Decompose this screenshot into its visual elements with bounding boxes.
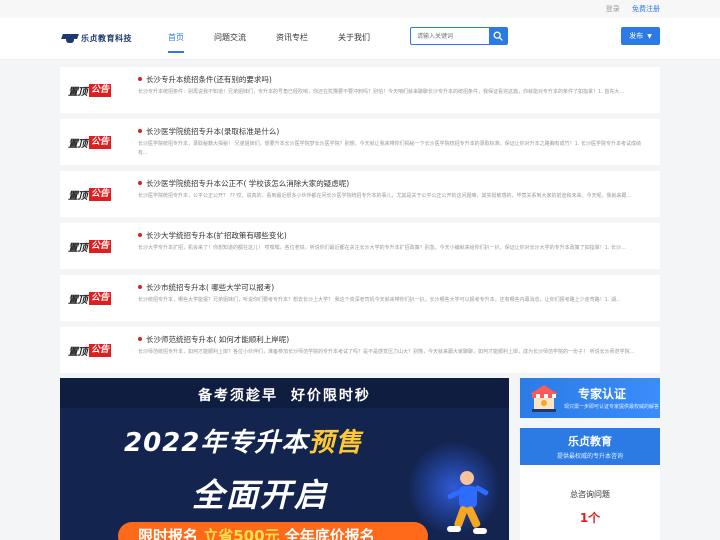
banner-cta[interactable]: 限时报名 立省500元 全年底价报名	[118, 522, 428, 540]
brand-name: 乐贞教育科技	[81, 33, 132, 43]
post-summary: 长沙专升本统招条件：别再说我不知道！兄弟姐妹们，专升本的号角已经吹响，你还在犹豫…	[138, 89, 625, 95]
list-item[interactable]: 置顶 公告 长沙市统招专升本( 哪些大学可以报考) 长沙统招专升本，哪些大学能报？…	[60, 275, 660, 321]
search-input[interactable]	[411, 28, 489, 44]
post-summary: 长沙医学院统招专升本，录取秘籍大揭秘！ 兄弟姐妹们，想要升本长沙医学院梦长沙医学…	[138, 141, 641, 156]
banner-headline: 2022年专升本预售	[124, 428, 363, 458]
register-link[interactable]: 免费注册	[632, 5, 660, 13]
organization-tagline: 提供最权威的专升本咨询	[556, 453, 623, 460]
pinned-announcement-badge: 置顶 公告	[68, 239, 112, 254]
post-summary: 长沙大学专升本扩招，机会来了！你想知道的都在这儿！ 哎嘿嘿，各位老铁，听说你们最…	[138, 245, 626, 251]
publish-label: 发布	[629, 32, 644, 40]
login-link[interactable]: 登录	[606, 5, 620, 13]
nav-item-news[interactable]: 资讯专栏	[276, 32, 308, 53]
pinned-announcement-badge: 置顶 公告	[68, 291, 112, 306]
graduation-cap-icon	[62, 32, 78, 44]
promo-banner[interactable]: 备考须趁早 好价限时秒 2022年专升本预售 全面开启 限时报名 立省500元 …	[60, 378, 509, 540]
pinned-announcement-badge: 置顶 公告	[68, 135, 112, 150]
expert-subtitle: 现只需一步即可认证专家提供最权威的解答	[564, 404, 660, 410]
post-title[interactable]: 长沙师范统招专升本( 如何才能顺利上岸呢)	[138, 334, 289, 345]
site-header: 乐贞教育科技 首页 问题交流 资讯专栏 关于我们 发布 ▼	[0, 18, 720, 60]
list-item[interactable]: 置顶 公告 长沙大学统招专升本(扩招政策有哪些变化) 长沙大学专升本扩招，机会来了…	[60, 223, 660, 269]
list-item[interactable]: 置顶 公告 长沙师范统招专升本( 如何才能顺利上岸呢) 长沙师范统招专升本，如何才…	[60, 327, 660, 373]
expert-title: 专家认证	[578, 387, 627, 401]
post-title[interactable]: 长沙大学统招专升本(扩招政策有哪些变化)	[138, 230, 287, 241]
chevron-down-icon: ▼	[647, 32, 652, 40]
organization-name[interactable]: 乐贞教育	[520, 433, 660, 449]
post-title[interactable]: 长沙医学院统招专升本(录取标准是什么)	[138, 126, 279, 137]
list-item[interactable]: 置顶 公告 长沙医学院统招专升本公正不( 学校该怎么消除大家的疑虑呢) 长沙医学院…	[60, 171, 660, 217]
pinned-announcement-badge: 置顶 公告	[68, 83, 112, 98]
banner-slogan: 备考须趁早 好价限时秒	[198, 388, 371, 404]
runner-illustration-icon	[447, 471, 489, 534]
post-title[interactable]: 长沙市统招专升本( 哪些大学可以报考)	[138, 282, 274, 293]
banner-subheadline: 全面开启	[192, 476, 329, 514]
pinned-announcement-badge: 置顶 公告	[68, 187, 112, 202]
expert-certification-banner[interactable]: 专家认证 现只需一步即可认证专家提供最权威的解答	[520, 378, 660, 418]
search-icon	[493, 31, 503, 41]
post-summary: 长沙医学院统招专升本，公平公正公开？ ?? 哎，说真的，看到最近很多小伙伴都在问…	[138, 193, 632, 199]
search-button[interactable]	[489, 28, 507, 44]
brand-logo[interactable]: 乐贞教育科技	[62, 32, 132, 44]
nav-item-home[interactable]: 首页	[168, 32, 184, 53]
account-links: 登录 免费注册	[596, 4, 660, 14]
question-count-value: 1个	[579, 511, 601, 525]
post-title[interactable]: 长沙医学院统招专升本公正不( 学校该怎么消除大家的疑虑呢)	[138, 178, 349, 189]
search-box	[410, 27, 508, 45]
post-summary: 长沙统招专升本，哪些大学能报？兄弟姐妹们，听说你们要考专升本？想去长沙上大学？ …	[138, 297, 621, 303]
publish-button[interactable]: 发布 ▼	[621, 27, 660, 45]
pinned-announcement-badge: 置顶 公告	[68, 343, 112, 358]
post-title[interactable]: 长沙专升本统招条件(还有别的要求吗)	[138, 74, 272, 85]
list-item[interactable]: 置顶 公告 长沙医学院统招专升本(录取标准是什么) 长沙医学院统招专升本，录取秘籍…	[60, 119, 660, 165]
booth-icon	[530, 385, 558, 412]
list-item[interactable]: 置顶 公告 长沙专升本统招条件(还有别的要求吗) 长沙专升本统招条件：别再说我不知…	[60, 67, 660, 113]
post-summary: 长沙师范统招专升本，如何才能顺利上岸？各位小伙伴们，准备参加长沙师范学院的专升本…	[138, 349, 635, 355]
question-count-label: 总咨询问题	[570, 490, 610, 499]
organization-card: 乐贞教育 提供最权威的专升本咨询 总咨询问题 1个	[520, 428, 660, 540]
nav-item-about[interactable]: 关于我们	[338, 32, 370, 53]
nav-item-questions[interactable]: 问题交流	[214, 32, 246, 53]
organization-card-header: 乐贞教育 提供最权威的专升本咨询	[520, 428, 660, 465]
main-nav: 首页 问题交流 资讯专栏 关于我们	[168, 32, 400, 53]
top-utility-bar: 登录 免费注册	[0, 0, 720, 18]
